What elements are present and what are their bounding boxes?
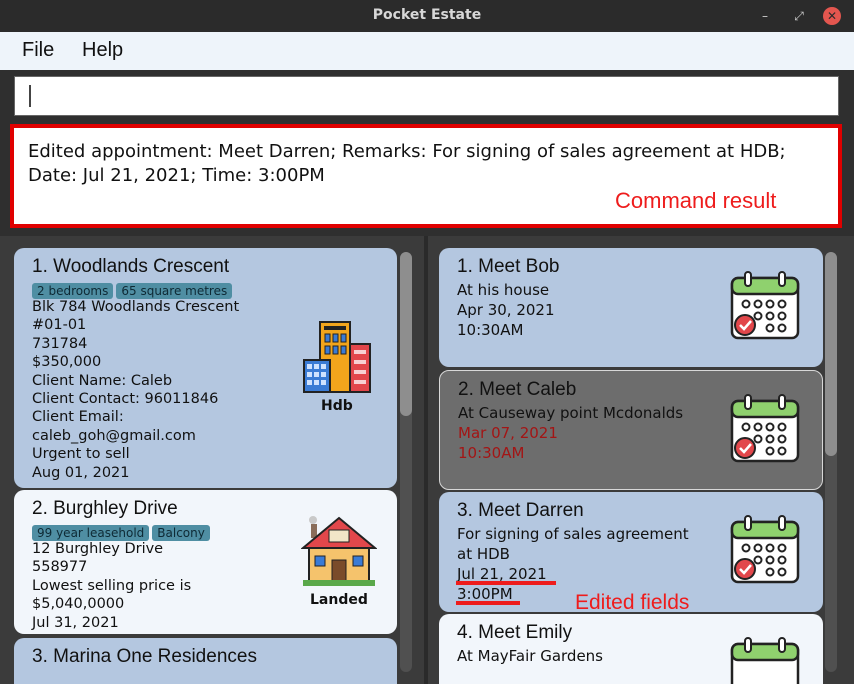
property-address: 12 Burghley Drive bbox=[32, 541, 164, 557]
property-deadline: Jul 31, 2021 bbox=[32, 614, 119, 631]
appointment-title: 3. Meet Darren bbox=[457, 500, 584, 521]
client-name: Client Name: Caleb bbox=[32, 372, 173, 389]
close-icon[interactable]: ✕ bbox=[823, 7, 841, 25]
appointment-card[interactable]: 4. Meet Emily At MayFair Gardens bbox=[439, 614, 823, 684]
property-postal: 731784 bbox=[32, 335, 88, 352]
edited-time-underline bbox=[456, 601, 520, 605]
property-title: 3. Marina One Residences bbox=[32, 646, 257, 667]
apartment-building-icon bbox=[303, 321, 371, 393]
maximize-icon[interactable]: ⤢ bbox=[790, 7, 808, 25]
appointment-time: 10:30AM bbox=[457, 321, 524, 339]
property-tag: 2 bedrooms bbox=[32, 283, 114, 299]
appointment-time: 10:30AM bbox=[458, 444, 525, 462]
property-deadline: Aug 01, 2021 bbox=[32, 464, 130, 481]
property-remark: Lowest selling price is bbox=[32, 577, 192, 594]
appointment-date: Apr 30, 2021 bbox=[457, 301, 555, 319]
property-card[interactable]: 2. Burghley Drive 99 year leasehold Balco… bbox=[14, 490, 397, 634]
appointment-remarks: At MayFair Gardens bbox=[457, 647, 603, 665]
menu-bar: File Help bbox=[0, 32, 854, 70]
property-price: $5,040,0000 bbox=[32, 596, 125, 613]
property-tag: Balcony bbox=[152, 525, 210, 541]
property-unit: #01-01 bbox=[32, 317, 87, 334]
client-contact: Client Contact: 96011846 bbox=[32, 391, 219, 408]
property-type-label: Landed bbox=[310, 592, 368, 608]
menu-file[interactable]: File bbox=[22, 39, 54, 62]
property-card[interactable]: 1. Woodlands Crescent 2 bedrooms 65 squar… bbox=[14, 248, 397, 488]
command-input[interactable] bbox=[14, 76, 839, 116]
calendar-icon bbox=[730, 271, 800, 340]
menu-help[interactable]: Help bbox=[82, 39, 123, 62]
property-tag: 99 year leasehold bbox=[32, 525, 150, 541]
calendar-icon bbox=[730, 637, 800, 684]
property-list-panel[interactable]: 1. Woodlands Crescent 2 bedrooms 65 squar… bbox=[0, 236, 424, 684]
property-title: 2. Burghley Drive bbox=[32, 498, 178, 519]
property-type-label: Hdb bbox=[321, 398, 353, 414]
text-caret bbox=[29, 85, 31, 107]
appointment-remarks: At Causeway point Mcdonalds bbox=[458, 404, 684, 422]
calendar-icon bbox=[730, 394, 800, 463]
appointment-date: Mar 07, 2021 bbox=[458, 424, 558, 442]
appointment-card[interactable]: 2. Meet Caleb At Causeway point Mcdonald… bbox=[439, 370, 823, 490]
client-email: caleb_goh@gmail.com bbox=[32, 427, 196, 444]
calendar-icon bbox=[730, 515, 800, 584]
property-tag: 65 square metres bbox=[116, 283, 233, 299]
appointment-title: 2. Meet Caleb bbox=[458, 379, 577, 400]
property-title: 1. Woodlands Crescent bbox=[32, 256, 230, 277]
minimize-icon[interactable]: – bbox=[756, 7, 774, 25]
appointment-remarks: For signing of sales agreement bbox=[457, 525, 689, 543]
property-tags: 99 year leasehold Balcony bbox=[32, 522, 213, 541]
property-address: Blk 784 Woodlands Crescent bbox=[32, 299, 240, 315]
appointment-scrollbar-thumb[interactable] bbox=[825, 252, 837, 456]
property-card[interactable]: 3. Marina One Residences bbox=[14, 638, 397, 684]
property-scrollbar-thumb[interactable] bbox=[400, 252, 412, 416]
appointment-title: 4. Meet Emily bbox=[457, 622, 573, 643]
property-postal: 558977 bbox=[32, 559, 88, 576]
title-bar: Pocket Estate – ⤢ ✕ bbox=[0, 0, 854, 32]
result-text: Edited appointment: Meet Darren; Remarks… bbox=[28, 141, 786, 186]
appointment-list-panel[interactable]: 1. Meet Bob At his house Apr 30, 2021 10… bbox=[428, 236, 854, 684]
appointment-remarks: At his house bbox=[457, 281, 550, 299]
property-tags: 2 bedrooms 65 square metres bbox=[32, 280, 239, 299]
window-title: Pocket Estate bbox=[372, 7, 482, 23]
edited-date-underline bbox=[456, 581, 556, 585]
appointment-card[interactable]: 1. Meet Bob At his house Apr 30, 2021 10… bbox=[439, 248, 823, 367]
house-icon bbox=[301, 516, 377, 586]
edited-fields-annotation: Edited fields bbox=[575, 591, 690, 614]
appointment-title: 1. Meet Bob bbox=[457, 256, 560, 277]
property-remark: Urgent to sell bbox=[32, 446, 130, 463]
appointment-remarks-continued: at HDB bbox=[457, 545, 510, 563]
client-email-label: Client Email: bbox=[32, 409, 124, 426]
command-result-annotation: Command result bbox=[615, 188, 777, 213]
property-price: $350,000 bbox=[32, 354, 102, 371]
